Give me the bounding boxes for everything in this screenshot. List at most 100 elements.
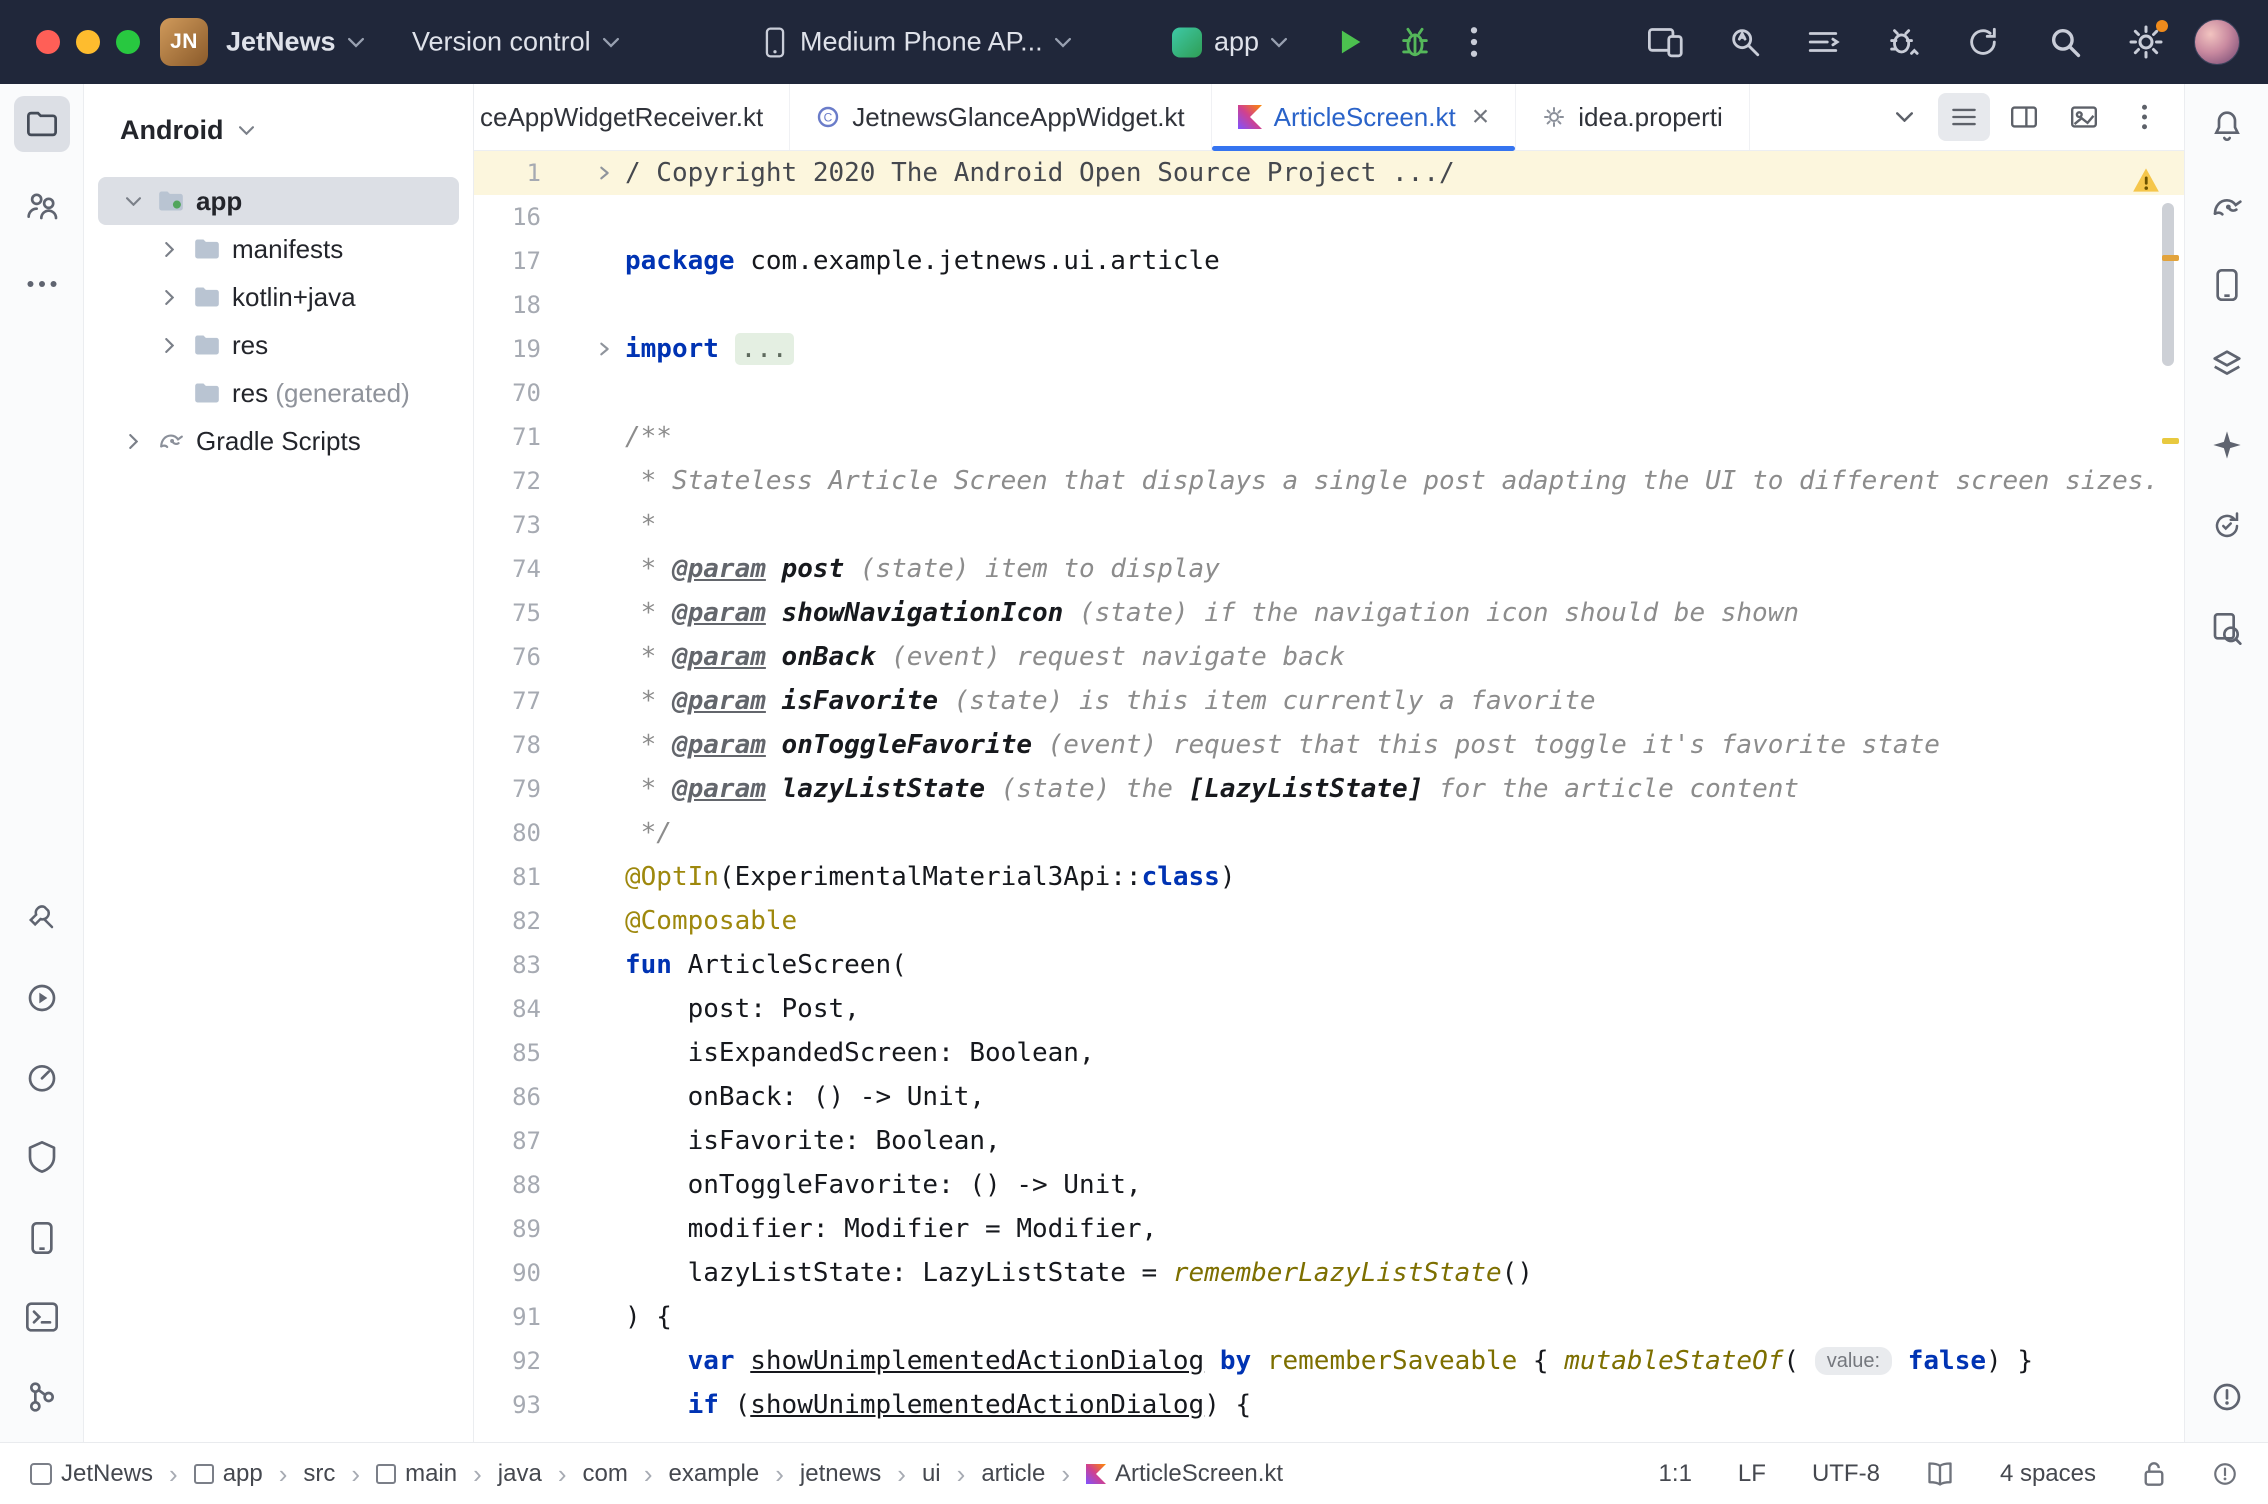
editor-scrollbar[interactable] [2162,203,2174,366]
line-number[interactable]: 84 [474,987,625,1031]
breadcrumb-item[interactable]: app [194,1460,263,1488]
breadcrumb-item[interactable]: src [303,1460,335,1488]
tree-item-gradle-scripts[interactable]: Gradle Scripts [98,417,459,465]
inspection-warning-icon[interactable] [2132,167,2160,193]
code-line[interactable]: 70 [474,371,2184,415]
breadcrumb-item[interactable]: java [498,1460,542,1488]
breadcrumb-item[interactable]: JetNews [30,1460,153,1488]
version-control-tool-button[interactable] [27,1381,57,1413]
tab-list-button[interactable] [1938,93,1990,141]
more-tools-button[interactable] [27,280,57,288]
code-line[interactable]: 85 isExpandedScreen: Boolean, [474,1031,2184,1075]
line-number[interactable]: 16 [474,195,625,239]
gradle-tool-button[interactable] [2211,195,2243,219]
code-line[interactable]: 90 lazyListState: LazyListState = rememb… [474,1251,2184,1295]
inspect-code-icon[interactable] [1728,25,1762,59]
chevron-right-icon[interactable] [120,437,146,446]
notifications-bell-icon[interactable] [2212,110,2242,142]
line-number[interactable]: 71 [474,415,625,459]
settings-button[interactable] [2128,24,2164,60]
breadcrumb-item[interactable]: jetnews [800,1460,881,1488]
running-devices-button[interactable] [2212,511,2242,541]
breadcrumb-item[interactable]: example [669,1460,760,1488]
line-ending-widget[interactable]: LF [1738,1460,1766,1488]
app-quality-insights-button[interactable] [27,1141,57,1173]
lock-icon[interactable] [2142,1461,2166,1487]
breadcrumb-item[interactable]: ArticleScreen.kt [1086,1460,1283,1488]
line-number[interactable]: 93 [474,1383,625,1427]
hidden-tabs-chevron-icon[interactable] [1878,93,1930,141]
tree-item-kotlin-java[interactable]: kotlin+java [98,273,459,321]
line-number[interactable]: 79 [474,767,625,811]
line-number[interactable]: 91 [474,1295,625,1339]
tree-item-app[interactable]: app [98,177,459,225]
error-highlight-icon[interactable] [2212,1461,2238,1487]
code-editor[interactable]: 1/ Copyright 2020 The Android Open Sourc… [474,151,2184,1442]
tab-idea-properties[interactable]: idea.properti [1516,84,1750,150]
debug-button[interactable] [1398,25,1432,59]
line-number[interactable]: 80 [474,811,625,855]
caret-position-widget[interactable]: 1:1 [1659,1460,1692,1488]
resource-manager-button[interactable] [2212,349,2242,379]
code-line[interactable]: 91) { [474,1295,2184,1339]
line-number[interactable]: 74 [474,547,625,591]
code-line[interactable]: 82@Composable [474,899,2184,943]
code-line[interactable]: 16 [474,195,2184,239]
warning-stripe-mark[interactable] [2162,438,2179,444]
line-number[interactable]: 73 [474,503,625,547]
code-line[interactable]: 1/ Copyright 2020 The Android Open Sourc… [474,151,2184,195]
device-mirroring-icon[interactable] [1648,25,1684,59]
fold-arrow-icon[interactable] [596,341,613,358]
problems-button[interactable] [2211,1381,2243,1413]
gradle-sync-icon[interactable] [1966,25,2000,59]
tree-item-manifests[interactable]: manifests [98,225,459,273]
profiler-tool-button[interactable] [26,1061,58,1093]
code-line[interactable]: 86 onBack: () -> Unit, [474,1075,2184,1119]
tab-articlescreen[interactable]: ArticleScreen.kt × [1212,84,1517,150]
project-name-menu[interactable]: JetNews [226,27,364,58]
line-number[interactable]: 76 [474,635,625,679]
close-window-button[interactable] [36,30,60,54]
breadcrumb-item[interactable]: ui [922,1460,941,1488]
terminal-tool-button[interactable] [26,1302,58,1332]
code-line[interactable]: 17package com.example.jetnews.ui.article [474,239,2184,283]
code-line[interactable]: 93 if (showUnimplementedActionDialog) { [474,1383,2184,1427]
tree-item-res[interactable]: res [98,321,459,369]
breadcrumb-item[interactable]: main [376,1460,457,1488]
run-configuration-selector[interactable]: app [1172,27,1287,58]
line-number[interactable]: 90 [474,1251,625,1295]
split-editor-button[interactable] [1998,93,2050,141]
warning-stripe-mark[interactable] [2162,255,2179,261]
line-number[interactable]: 85 [474,1031,625,1075]
line-number[interactable]: 72 [474,459,625,503]
indent-widget[interactable]: 4 spaces [2000,1460,2096,1488]
line-number[interactable]: 19 [474,327,625,371]
code-line[interactable]: 78 * @param onToggleFavorite (event) req… [474,723,2184,767]
run-tool-button[interactable] [26,982,58,1014]
code-line[interactable]: 92 var showUnimplementedActionDialog by … [474,1339,2184,1383]
code-line[interactable]: 79 * @param lazyListState (state) the [L… [474,767,2184,811]
code-line[interactable]: 89 modifier: Modifier = Modifier, [474,1207,2184,1251]
commit-tool-button[interactable] [26,191,58,221]
line-number[interactable]: 81 [474,855,625,899]
user-avatar[interactable] [2194,19,2240,65]
code-line[interactable]: 87 isFavorite: Boolean, [474,1119,2184,1163]
preview-button[interactable] [2058,93,2110,141]
line-number[interactable]: 86 [474,1075,625,1119]
tab-jetnewsglanceappwidget[interactable]: C JetnewsGlanceAppWidget.kt [790,84,1211,150]
chevron-right-icon[interactable] [156,293,182,302]
code-line[interactable]: 71/** [474,415,2184,459]
gemini-ai-button[interactable] [2212,430,2242,460]
line-number[interactable]: 92 [474,1339,625,1383]
build-tool-button[interactable] [27,902,57,932]
line-number[interactable]: 70 [474,371,625,415]
layout-inspector-button[interactable] [2212,613,2242,645]
tab-ceappwidgetreceiver[interactable]: ceAppWidgetReceiver.kt [474,84,790,150]
device-manager-button[interactable] [2213,269,2241,301]
code-line[interactable]: 84 post: Post, [474,987,2184,1031]
device-selector[interactable]: Medium Phone AP... [762,27,1071,58]
code-line[interactable]: 72 * Stateless Article Screen that displ… [474,459,2184,503]
fullscreen-window-button[interactable] [116,30,140,54]
line-number[interactable]: 17 [474,239,625,283]
fold-arrow-icon[interactable] [596,165,613,182]
